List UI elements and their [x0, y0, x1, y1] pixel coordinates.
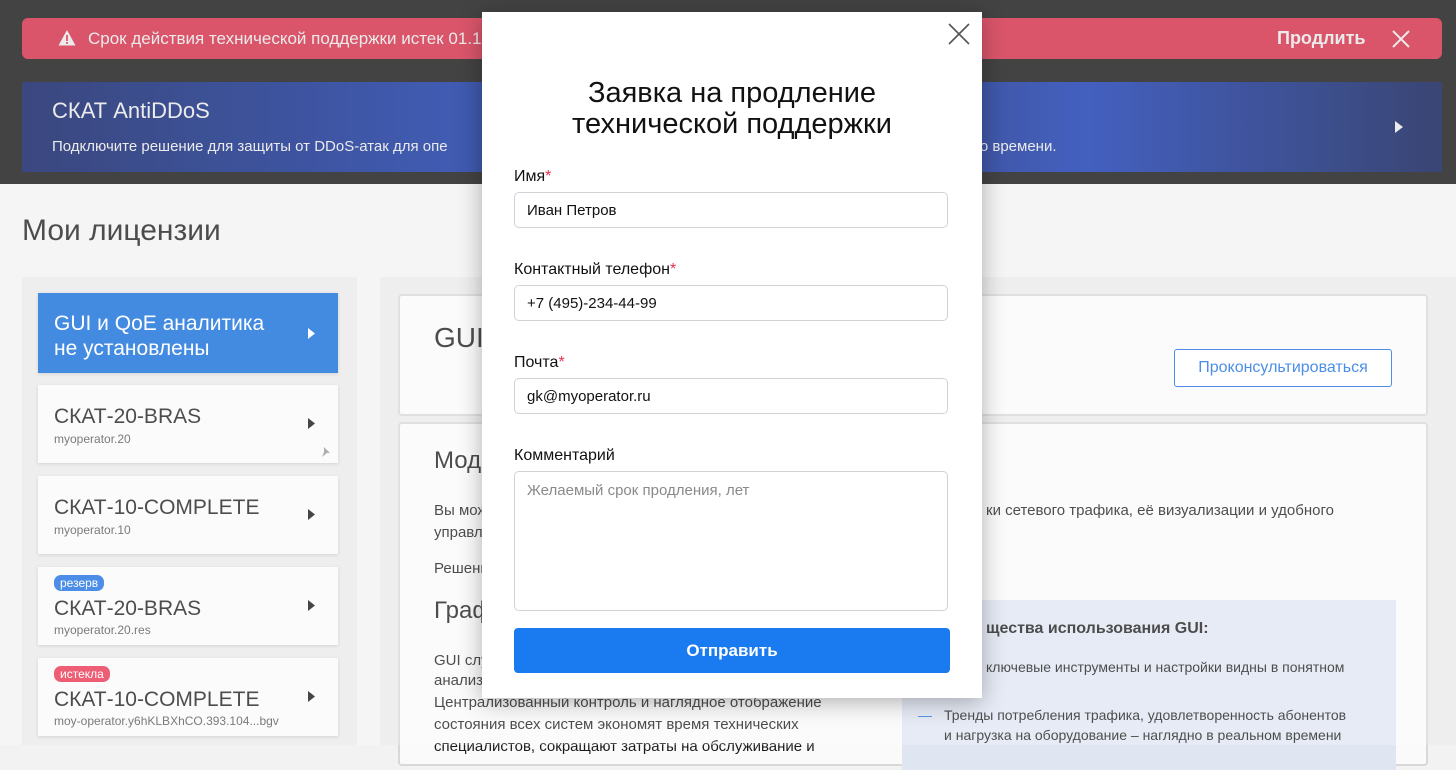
modal-title-line2: технической поддержки: [572, 108, 892, 140]
name-label: Имя*: [514, 168, 551, 186]
name-label-text: Имя: [514, 168, 546, 185]
email-label: Почта*: [514, 354, 565, 372]
required-mark: *: [669, 261, 677, 278]
close-icon[interactable]: [948, 23, 970, 45]
phone-label: Контактный телефон*: [514, 261, 676, 279]
submit-button[interactable]: Отправить: [514, 628, 950, 673]
modal-title: Заявка на продление технической поддержк…: [482, 78, 982, 140]
modal-title-line1: Заявка на продление: [587, 77, 877, 109]
renewal-request-modal: Заявка на продление технической поддержк…: [482, 12, 982, 698]
email-label-text: Почта: [514, 354, 559, 371]
comment-textarea[interactable]: [514, 471, 948, 611]
phone-input[interactable]: [514, 285, 948, 321]
phone-label-text: Контактный телефон: [514, 261, 670, 278]
name-input[interactable]: [514, 192, 948, 228]
comment-label: Комментарий: [514, 447, 615, 464]
required-mark: *: [545, 168, 552, 185]
required-mark: *: [558, 354, 565, 371]
email-input[interactable]: [514, 378, 948, 414]
